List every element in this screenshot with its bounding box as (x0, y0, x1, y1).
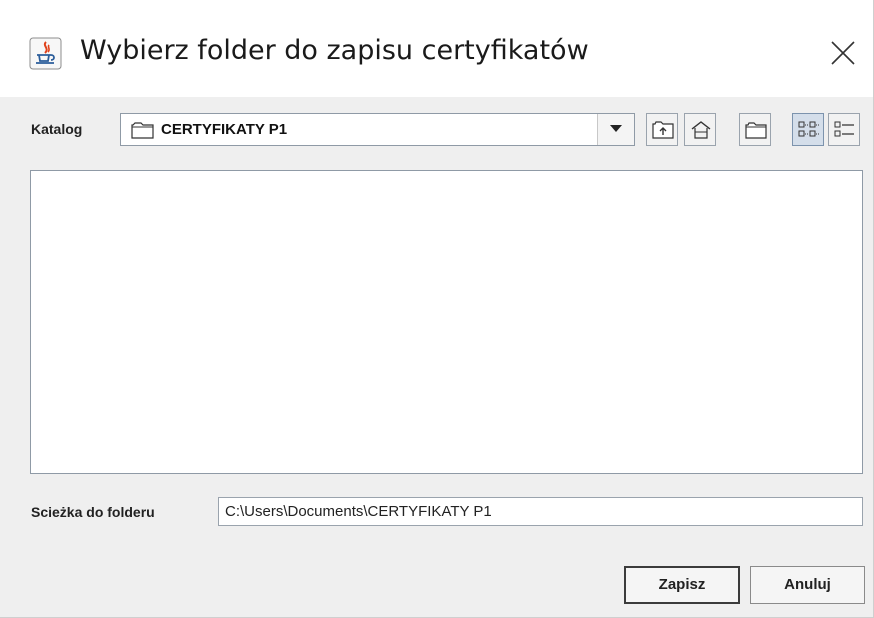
details-view-button[interactable] (828, 113, 860, 146)
katalog-label: Katalog (31, 121, 83, 137)
new-folder-button[interactable] (739, 113, 771, 146)
close-icon[interactable] (826, 36, 860, 70)
home-button[interactable] (684, 113, 716, 146)
up-folder-button[interactable] (646, 113, 678, 146)
folder-dropdown[interactable]: CERTYFIKATY P1 (120, 113, 635, 146)
folder-icon (131, 122, 154, 139)
path-input-value: C:\Users\Documents\CERTYFIKATY P1 (225, 503, 492, 520)
cancel-button[interactable]: Anuluj (750, 566, 865, 604)
title-bar: Wybierz folder do zapisu certyfikatów (0, 0, 873, 97)
save-button[interactable]: Zapisz (624, 566, 740, 604)
path-input[interactable]: C:\Users\Documents\CERTYFIKATY P1 (218, 497, 863, 526)
dialog-title: Wybierz folder do zapisu certyfikatów (80, 35, 589, 66)
java-icon (29, 37, 62, 70)
file-chooser-dialog: Wybierz folder do zapisu certyfikatów Ka… (0, 0, 874, 618)
current-folder-name: CERTYFIKATY P1 (161, 121, 288, 138)
file-list-pane[interactable] (30, 170, 863, 474)
chevron-down-icon[interactable] (597, 114, 634, 145)
path-label: Scieżka do folderu (31, 504, 155, 520)
list-view-button[interactable] (792, 113, 824, 146)
